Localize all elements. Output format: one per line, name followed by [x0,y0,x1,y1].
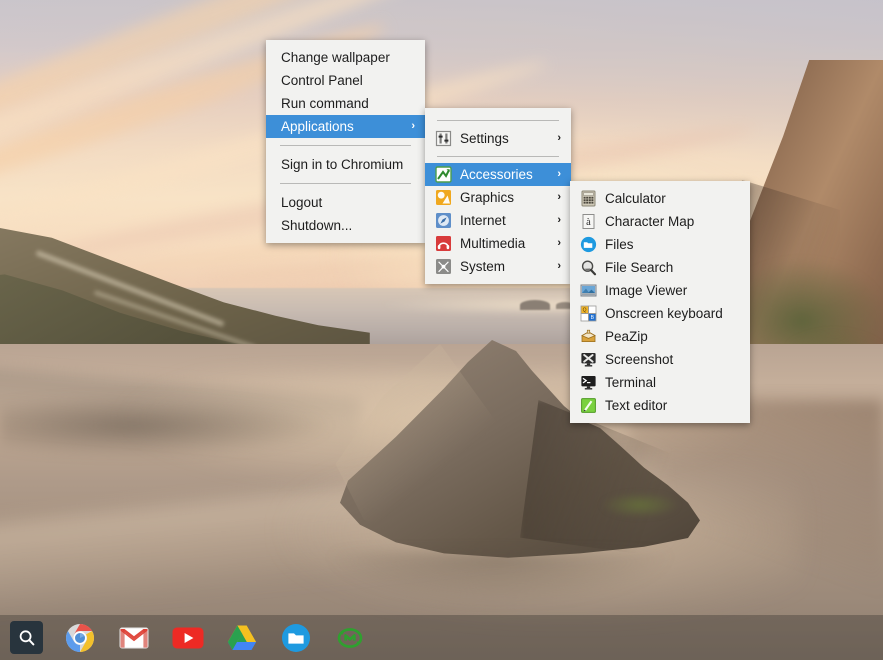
file-search-icon [580,259,597,276]
multimedia-icon [435,235,452,252]
menu-item-files[interactable]: Files [570,233,750,256]
desktop-context-menu[interactable]: Change wallpaper Control Panel Run comma… [266,40,425,243]
menu-item-text-editor[interactable]: Text editor [570,394,750,417]
google-drive-icon [227,625,256,650]
rock-moss [600,492,680,518]
menu-item-label: PeaZip [605,329,648,344]
menu-item-settings[interactable]: Settings › [425,127,571,150]
screenshot-icon [580,351,597,368]
menu-separator [280,145,411,146]
menu-item-label: Screenshot [605,352,674,367]
taskbar-item-recycle[interactable] [333,621,367,655]
taskbar-item-gmail[interactable] [117,621,151,655]
search-button[interactable] [10,621,43,654]
menu-item-label: Change wallpaper [281,50,390,65]
menu-separator [437,120,559,121]
menu-item-graphics[interactable]: Graphics › [425,186,571,209]
menu-item-internet[interactable]: Internet › [425,209,571,232]
menu-item-accessories[interactable]: Accessories › [425,163,571,186]
menu-item-peazip[interactable]: PeaZip [570,325,750,348]
menu-item-label: Files [605,237,634,252]
menu-item-control-panel[interactable]: Control Panel [266,69,425,92]
menu-item-terminal[interactable]: Terminal [570,371,750,394]
menu-item-label: Run command [281,96,369,111]
gmail-icon [119,627,149,648]
settings-sliders-icon [435,130,452,147]
applications-submenu[interactable]: Settings › Accessories › Graphics › Inte… [425,108,571,284]
recycle-icon [337,627,363,648]
chrome-icon [66,623,94,652]
image-viewer-icon [580,282,597,299]
menu-item-label: Accessories [460,167,533,182]
menu-separator [280,183,411,184]
terminal-icon [580,374,597,391]
menu-item-image-viewer[interactable]: Image Viewer [570,279,750,302]
youtube-icon [172,627,204,648]
desktop-wallpaper[interactable] [0,0,883,660]
menu-item-label: System [460,259,506,274]
menu-item-label: Onscreen keyboard [605,306,723,321]
menu-item-sign-in-to-chromium[interactable]: Sign in to Chromium [266,153,425,176]
taskbar-item-youtube[interactable] [171,621,205,655]
files-icon [282,623,310,652]
menu-item-label: Internet [460,213,506,228]
taskbar-item-files[interactable] [279,621,313,655]
chevron-right-icon: › [557,237,561,249]
peazip-icon [580,328,597,345]
menu-item-label: Shutdown... [281,218,353,233]
menu-item-file-search[interactable]: File Search [570,256,750,279]
svg-text:à: à [586,217,591,228]
menu-item-label: Sign in to Chromium [281,157,404,172]
chevron-right-icon: › [557,191,561,203]
menu-item-label: Graphics [460,190,515,205]
taskbar-item-google-drive[interactable] [225,621,259,655]
internet-icon [435,212,452,229]
accessories-icon [435,166,452,183]
menu-item-label: Settings [460,131,509,146]
rock-reflection [330,552,670,604]
chevron-right-icon: › [411,120,415,132]
files-folder-icon [580,236,597,253]
distant-rock [520,300,550,310]
taskbar-item-chromium[interactable] [63,621,97,655]
chevron-right-icon: › [557,132,561,144]
tide-pool [0,396,330,456]
menu-item-label: Character Map [605,214,695,229]
menu-item-multimedia[interactable]: Multimedia › [425,232,571,255]
search-icon [19,629,34,645]
chevron-right-icon: › [557,214,561,226]
menu-item-label: Terminal [605,375,657,390]
system-icon [435,258,452,275]
chevron-right-icon: › [557,168,561,180]
menu-item-label: Text editor [605,398,668,413]
menu-item-system[interactable]: System › [425,255,571,278]
menu-item-character-map[interactable]: à Character Map [570,210,750,233]
menu-item-screenshot[interactable]: Screenshot [570,348,750,371]
menu-item-logout[interactable]: Logout [266,191,425,214]
character-map-icon: à [580,213,597,230]
menu-item-label: Logout [281,195,323,210]
text-editor-icon [580,397,597,414]
menu-item-shutdown[interactable]: Shutdown... [266,214,425,237]
chevron-right-icon: › [557,260,561,272]
menu-separator [437,156,559,157]
menu-item-calculator[interactable]: Calculator [570,187,750,210]
menu-item-label: Image Viewer [605,283,688,298]
menu-item-label: Multimedia [460,236,526,251]
menu-item-label: File Search [605,260,674,275]
menu-item-label: Control Panel [281,73,363,88]
accessories-submenu[interactable]: Calculator à Character Map Files File Se… [570,181,750,423]
menu-item-label: Calculator [605,191,666,206]
taskbar[interactable] [0,615,883,660]
onscreen-keyboard-icon: Q B [580,305,597,322]
menu-item-change-wallpaper[interactable]: Change wallpaper [266,46,425,69]
menu-item-onscreen-keyboard[interactable]: Q B Onscreen keyboard [570,302,750,325]
menu-item-run-command[interactable]: Run command [266,92,425,115]
menu-item-label: Applications [281,119,354,134]
calculator-icon [580,190,597,207]
graphics-icon [435,189,452,206]
svg-text:Q: Q [583,307,587,313]
menu-item-applications[interactable]: Applications › [266,115,425,138]
